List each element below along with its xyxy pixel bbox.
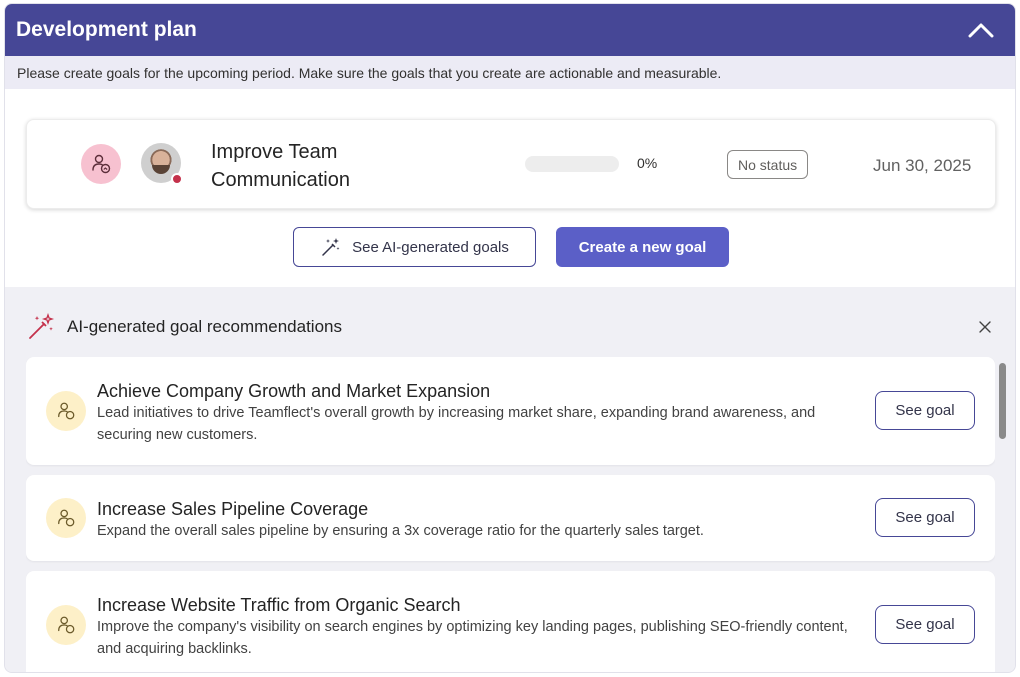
person-growth-icon xyxy=(58,509,75,527)
development-plan-panel: Development plan Please create goals for… xyxy=(4,3,1016,673)
see-goal-button[interactable]: See goal xyxy=(875,498,975,537)
panel-subtitle: Please create goals for the upcoming per… xyxy=(5,56,1015,89)
recommendation-badge xyxy=(46,605,86,645)
see-goal-button[interactable]: See goal xyxy=(875,391,975,430)
recommendation-title: Increase Sales Pipeline Coverage xyxy=(97,499,369,519)
recommendation-description: Lead initiatives to drive Teamflect's ov… xyxy=(97,405,816,443)
chevron-up-icon xyxy=(968,23,994,38)
recommendation-title: Achieve Company Growth and Market Expans… xyxy=(97,381,491,401)
avatar[interactable] xyxy=(141,143,183,185)
goal-type-badge xyxy=(81,144,121,184)
ai-recommendations-title: AI-generated goal recommendations xyxy=(67,317,342,336)
recommendation-description: Expand the overall sales pipeline by ens… xyxy=(97,523,704,539)
person-growth-icon xyxy=(58,616,75,634)
goals-area: Improve Team Communication 0% No status … xyxy=(5,89,1015,287)
ai-recommendations-section: AI-generated goal recommendations Achiev… xyxy=(5,287,1015,672)
person-growth-icon xyxy=(92,154,111,174)
list-item[interactable]: Achieve Company Growth and Market Expans… xyxy=(26,357,995,465)
presence-status-icon xyxy=(171,173,183,185)
panel-title: Development plan xyxy=(16,18,197,41)
status-badge[interactable]: No status xyxy=(727,150,809,179)
see-ai-goals-label: See AI-generated goals xyxy=(352,238,509,256)
recommendation-title: Increase Website Traffic from Organic Se… xyxy=(97,595,461,615)
recommendation-description: Improve the company's visibility on sear… xyxy=(97,619,848,657)
collapse-button[interactable] xyxy=(965,14,997,46)
magic-wand-icon xyxy=(29,313,55,339)
goal-progress-label: 0% xyxy=(637,155,658,171)
create-goal-button[interactable]: Create a new goal xyxy=(556,227,729,267)
recommendation-badge xyxy=(46,391,86,431)
ai-recommendations-header: AI-generated goal recommendations xyxy=(27,313,342,341)
magic-wand-icon xyxy=(322,238,340,256)
list-item[interactable]: Increase Sales Pipeline Coverage Expand … xyxy=(26,475,995,561)
see-goal-button[interactable]: See goal xyxy=(875,605,975,644)
close-icon[interactable] xyxy=(977,319,993,335)
goal-title[interactable]: Improve Team Communication xyxy=(211,138,411,194)
list-item[interactable]: Increase Website Traffic from Organic Se… xyxy=(26,571,995,672)
person-growth-icon xyxy=(58,402,75,420)
recommendation-badge xyxy=(46,498,86,538)
see-ai-goals-button[interactable]: See AI-generated goals xyxy=(293,227,536,267)
scrollbar-thumb[interactable] xyxy=(999,363,1006,439)
panel-header: Development plan xyxy=(5,4,1015,56)
recommendation-list[interactable]: Achieve Company Growth and Market Expans… xyxy=(26,357,995,672)
goal-progress-bar xyxy=(525,156,619,172)
goal-due-date: Jun 30, 2025 xyxy=(873,156,972,175)
goal-card[interactable]: Improve Team Communication 0% No status … xyxy=(26,119,996,209)
